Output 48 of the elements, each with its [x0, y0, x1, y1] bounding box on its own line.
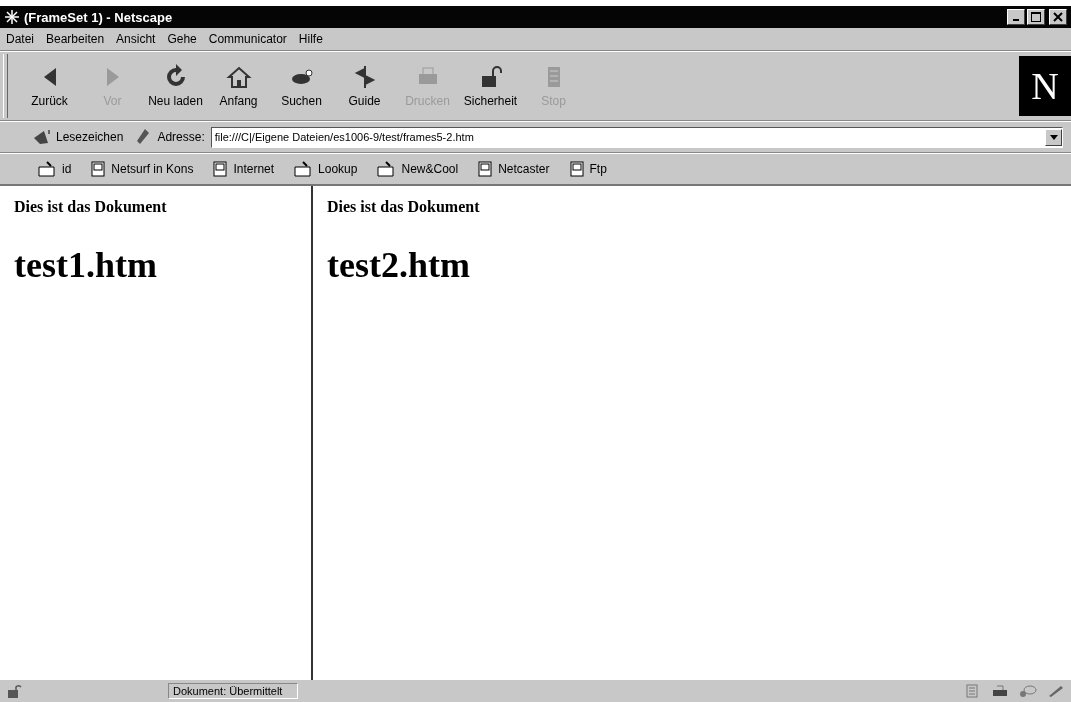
- bookmark-link[interactable]: Lookup: [286, 161, 366, 177]
- toolbar-button[interactable]: Anfang: [207, 60, 270, 112]
- status-text: Dokument: Übermittelt: [168, 683, 298, 699]
- page-icon: [478, 161, 493, 177]
- menu-item[interactable]: Communicator: [208, 32, 287, 46]
- page-icon: [91, 161, 106, 177]
- app-icon: [4, 9, 20, 25]
- menu-item[interactable]: Ansicht: [116, 32, 156, 46]
- home-icon: [224, 64, 253, 90]
- bookmark-link[interactable]: id: [16, 161, 80, 177]
- bookmark-link[interactable]: Netcaster: [470, 161, 558, 177]
- close-button[interactable]: [1049, 9, 1067, 25]
- dropdown-icon[interactable]: [1045, 128, 1062, 146]
- document-text: Dies ist das Dokument: [327, 198, 481, 216]
- close-icon: [1053, 12, 1063, 22]
- chat-icon[interactable]: [1019, 684, 1037, 698]
- menu-item[interactable]: Bearbeiten: [46, 32, 105, 46]
- document-text: Dies ist das Dokument: [14, 198, 168, 216]
- menu-item[interactable]: Datei: [6, 32, 34, 46]
- toolbar-button[interactable]: Zurück: [18, 60, 81, 112]
- maximize-button[interactable]: [1027, 9, 1045, 25]
- toolbar-button[interactable]: Guide: [333, 60, 396, 112]
- window-title: (FrameSet 1) - Netscape: [24, 9, 173, 25]
- bookmark-link[interactable]: Ftp: [561, 161, 615, 177]
- folder-icon: [294, 161, 313, 177]
- menu-item[interactable]: Hilfe: [298, 32, 323, 46]
- pen-icon[interactable]: [1047, 684, 1065, 698]
- address-label: Adresse:: [157, 130, 205, 144]
- bookmark-link[interactable]: New&Cool: [369, 161, 467, 177]
- page-icon: [569, 161, 584, 177]
- page-icon: [213, 161, 228, 177]
- address-field[interactable]: file:///C|/Eigene Dateien/es1006-9/test/frames5-2.htm: [210, 126, 1063, 148]
- bookmark-link[interactable]: Internet: [205, 161, 283, 177]
- folder-icon: [38, 161, 56, 177]
- toolbar-button[interactable]: Suchen: [270, 60, 333, 112]
- document-heading: test1.htm: [14, 244, 158, 286]
- bookmark-link[interactable]: Netsurf in Kons: [83, 161, 202, 177]
- menu-item[interactable]: Gehe: [167, 32, 197, 46]
- netscape-logo: N: [1019, 56, 1071, 116]
- minimize-button[interactable]: [1007, 9, 1025, 25]
- folder-icon: [377, 161, 396, 177]
- bookmarks-button[interactable]: Lesezeichen: [18, 128, 130, 146]
- toolbar-button[interactable]: Neu laden: [144, 60, 207, 112]
- lock-icon: [6, 684, 22, 698]
- document-heading: test2.htm: [327, 244, 471, 286]
- toolbar-button[interactable]: Sicherheit: [459, 60, 522, 112]
- minimize-icon: [1013, 19, 1019, 21]
- maximize-icon: [1031, 12, 1041, 22]
